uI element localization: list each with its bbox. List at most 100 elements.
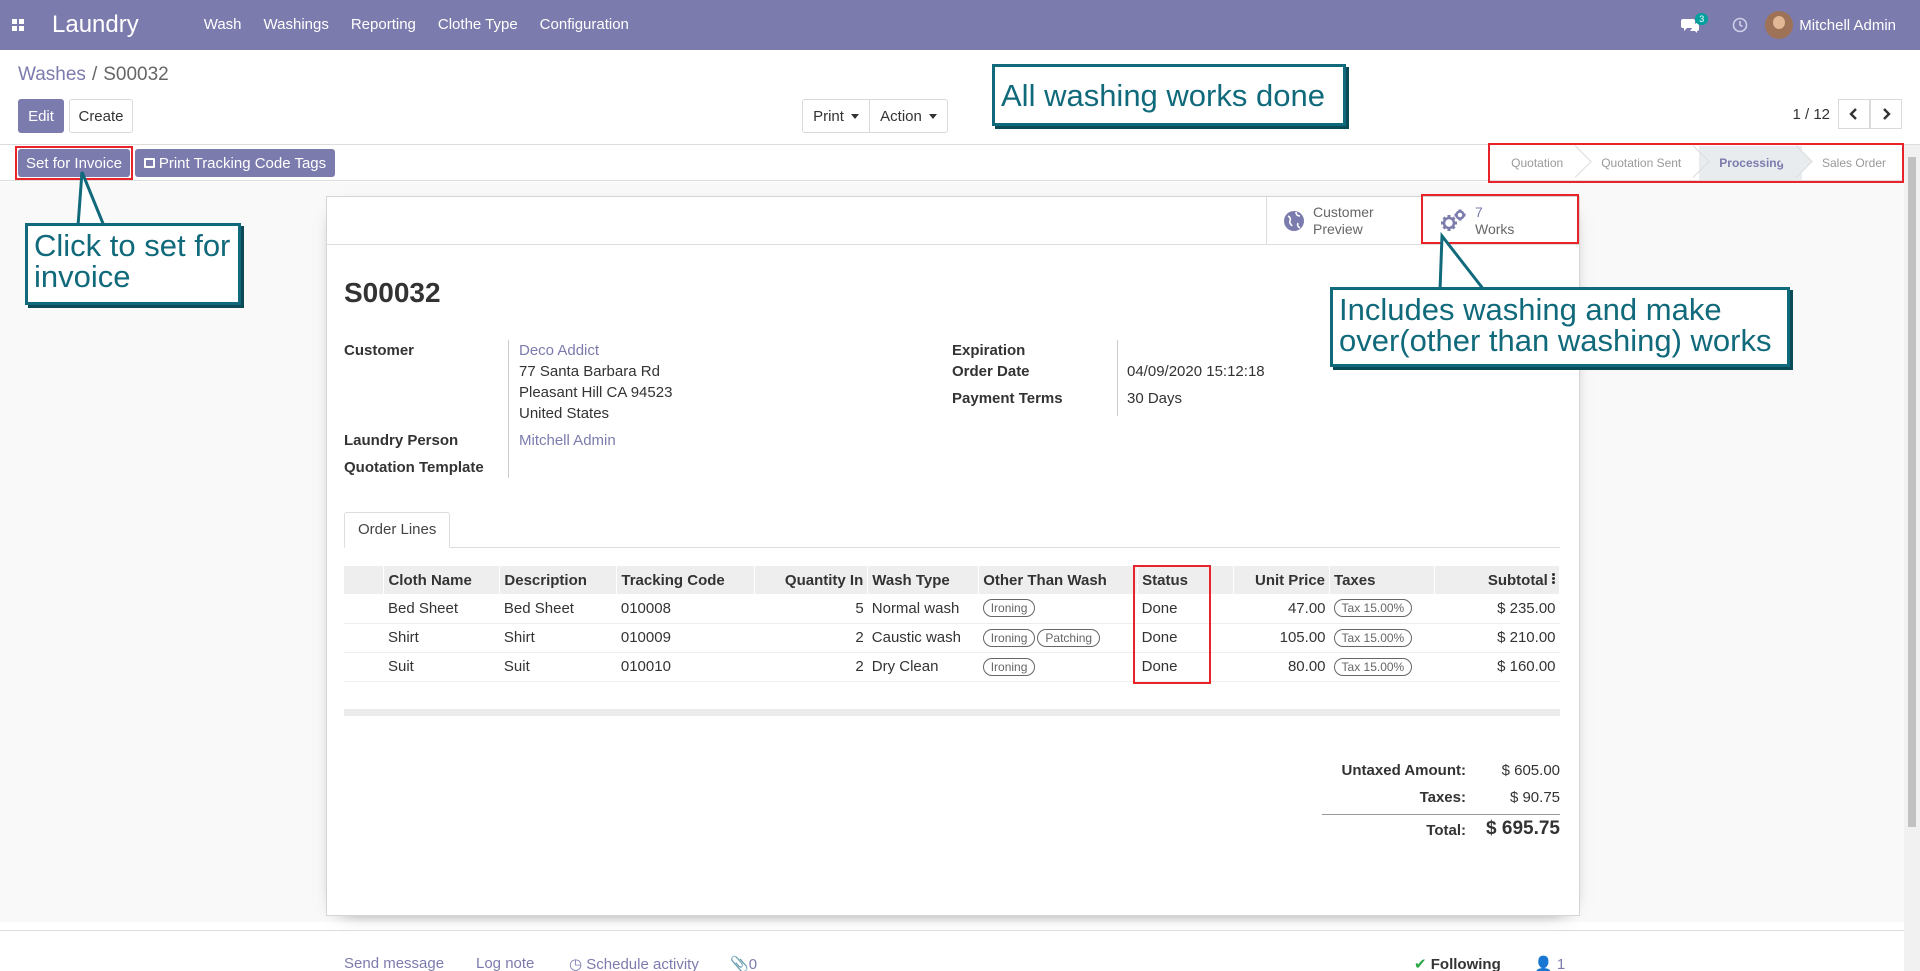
- user-name: Mitchell Admin: [1799, 16, 1896, 34]
- apps-menu-icon[interactable]: [0, 0, 36, 50]
- cell-cloth-name: Suit: [383, 652, 500, 682]
- laundry-person-label: Laundry Person: [344, 432, 459, 449]
- callout-tail-works: [1438, 232, 1486, 291]
- cell-quantity-in: 5: [754, 594, 868, 624]
- create-button[interactable]: Create: [69, 99, 133, 133]
- customer-preview-text: Customer Preview: [1313, 204, 1374, 238]
- breadcrumb-washes-link[interactable]: Washes: [18, 64, 86, 85]
- cell-subtotal: $ 160.00: [1434, 652, 1560, 682]
- header-other-than-wash[interactable]: Other Than Wash: [978, 566, 1139, 594]
- followers-button[interactable]: 👤 1: [1534, 955, 1565, 971]
- cell-quantity-in: 2: [754, 652, 868, 682]
- header-description[interactable]: Description: [499, 566, 618, 594]
- tab-order-lines[interactable]: Order Lines: [344, 512, 451, 548]
- pager-next-button[interactable]: [1870, 99, 1902, 129]
- following-button[interactable]: ✔ Following: [1414, 955, 1501, 971]
- menu-item-clothe-type[interactable]: Clothe Type: [427, 0, 529, 50]
- menu-item-washings[interactable]: Washings: [253, 0, 340, 50]
- header-wash-type[interactable]: Wash Type: [867, 566, 980, 594]
- header-subtotal[interactable]: Subtotal: [1434, 566, 1561, 594]
- navbar-systray: 3 Mitchell Admin: [1675, 0, 1920, 50]
- action-dropdown-button[interactable]: Action: [870, 99, 948, 133]
- header-taxes[interactable]: Taxes: [1329, 566, 1435, 594]
- callout-works-line2: over(other than washing) works: [1339, 323, 1772, 358]
- customer-label: Customer: [344, 342, 415, 359]
- table-horizontal-scrollbar[interactable]: [344, 709, 1560, 716]
- cell-taxes: Tax 15.00%: [1329, 652, 1435, 682]
- header-tracking-code[interactable]: Tracking Code: [616, 566, 756, 594]
- cell-wash-type: Normal wash: [867, 594, 979, 624]
- attachments-button[interactable]: 📎0: [730, 955, 757, 971]
- callout-works-line1: Includes washing and make: [1339, 292, 1722, 327]
- edit-button[interactable]: Edit: [18, 99, 64, 133]
- tag-pill: Ironing: [982, 628, 1036, 647]
- tax-pill: Tax 15.00%: [1333, 657, 1413, 676]
- user-menu[interactable]: Mitchell Admin: [1765, 11, 1896, 39]
- quotation-template-label: Quotation Template: [344, 459, 484, 476]
- app-brand[interactable]: Laundry: [52, 11, 139, 39]
- table-row[interactable]: Suit Suit 010010 2 Dry Clean Ironing Don…: [344, 652, 1560, 682]
- chatter-divider: [0, 930, 1904, 931]
- schedule-activity-label: Schedule activity: [586, 956, 699, 971]
- header-quantity-in[interactable]: Quantity In: [754, 566, 869, 594]
- print-tracking-code-tags-button[interactable]: Print Tracking Code Tags: [135, 149, 335, 177]
- tax-pill: Tax 15.00%: [1333, 599, 1413, 618]
- order-lines-table: Cloth Name Description Tracking Code Qua…: [344, 566, 1561, 682]
- callout-set-for-invoice-line1: Click to set for: [34, 228, 231, 263]
- pager-value[interactable]: 1 / 12: [1792, 106, 1830, 123]
- totals-divider: [1322, 814, 1560, 815]
- send-message-button[interactable]: Send message: [344, 955, 444, 971]
- taxes-label: Taxes:: [1419, 789, 1466, 806]
- activity-clock-icon[interactable]: [1725, 0, 1755, 50]
- callout-set-for-invoice: Click to set for invoice: [25, 223, 241, 305]
- tag-pill: Ironing: [982, 657, 1036, 676]
- log-note-button[interactable]: Log note: [476, 955, 534, 971]
- customer-address-line1: 77 Santa Barbara Rd: [519, 363, 660, 380]
- cell-cloth-name: Shirt: [383, 623, 500, 653]
- order-date-value: 04/09/2020 15:12:18: [1127, 363, 1265, 380]
- breadcrumb-separator: /: [91, 64, 98, 85]
- globe-icon: [1284, 211, 1304, 231]
- customer-address-line3: United States: [519, 405, 610, 422]
- header-unit-price[interactable]: Unit Price: [1233, 566, 1331, 594]
- chat-icon[interactable]: 3: [1675, 0, 1709, 50]
- scrollbar-thumb[interactable]: [1908, 157, 1916, 827]
- chevron-right-icon: [1883, 108, 1891, 120]
- callout-works-info: Includes washing and make over(other tha…: [1330, 287, 1790, 367]
- print-dropdown-button[interactable]: Print: [802, 99, 870, 133]
- followers-count: 1: [1556, 956, 1566, 971]
- paperclip-icon: 📎: [730, 956, 749, 971]
- cell-wash-type: Caustic wash: [867, 623, 979, 653]
- schedule-activity-button[interactable]: ◷ Schedule activity: [569, 955, 699, 971]
- cell-unit-price: 47.00: [1233, 594, 1330, 624]
- menu-item-wash[interactable]: Wash: [193, 0, 253, 50]
- tag-pill: Patching: [1037, 628, 1101, 647]
- cell-unit-price: 80.00: [1233, 652, 1330, 682]
- tag-pill: Ironing: [982, 599, 1036, 618]
- table-row[interactable]: Bed Sheet Bed Sheet 010008 5 Normal wash…: [344, 594, 1560, 624]
- cell-other-than-wash: Ironing: [978, 594, 1138, 624]
- customer-preview-line1: Customer: [1313, 204, 1374, 220]
- untaxed-amount-value: $ 605.00: [1501, 762, 1560, 779]
- untaxed-amount-label: Untaxed Amount:: [1341, 762, 1466, 779]
- pager-previous-button[interactable]: [1838, 99, 1870, 129]
- order-date-label: Order Date: [952, 363, 1030, 380]
- customer-preview-button[interactable]: Customer Preview: [1266, 197, 1422, 245]
- check-icon: ✔: [1414, 956, 1427, 971]
- menu-item-reporting[interactable]: Reporting: [340, 0, 427, 50]
- customer-address-line2: Pleasant Hill CA 94523: [519, 384, 673, 401]
- tax-pill: Tax 15.00%: [1333, 628, 1413, 647]
- table-row[interactable]: Shirt Shirt 010009 2 Caustic wash Ironin…: [344, 623, 1560, 653]
- customer-preview-line2: Preview: [1313, 221, 1363, 237]
- customer-name-link[interactable]: Deco Addict: [519, 342, 599, 359]
- clock-icon: ◷: [569, 956, 583, 971]
- header-cloth-name[interactable]: Cloth Name: [383, 566, 501, 594]
- optional-columns-icon[interactable]: [1552, 572, 1555, 585]
- attachments-count: 0: [748, 956, 758, 971]
- laundry-person-link[interactable]: Mitchell Admin: [519, 432, 616, 449]
- cell-wash-type: Dry Clean: [867, 652, 979, 682]
- table-header-row: Cloth Name Description Tracking Code Qua…: [344, 566, 1561, 594]
- menu-item-configuration[interactable]: Configuration: [529, 0, 640, 50]
- page-scrollbar[interactable]: [1904, 145, 1920, 971]
- right-group-divider: [1117, 340, 1118, 416]
